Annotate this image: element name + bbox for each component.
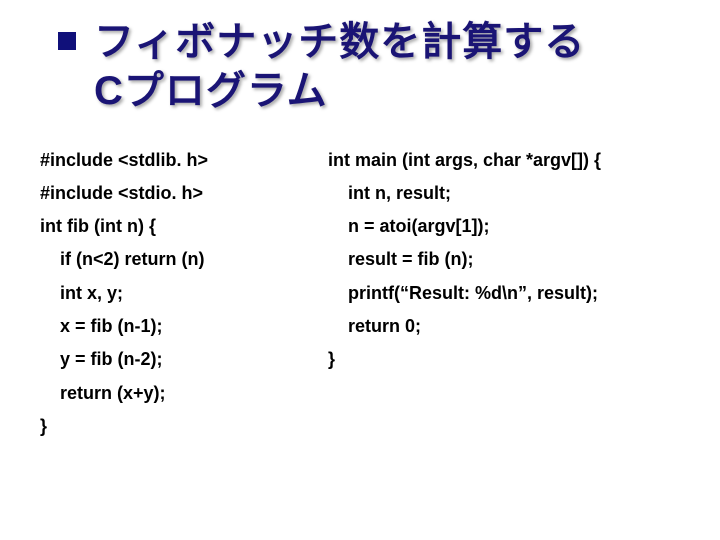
code-line: return (x+y); (40, 377, 300, 410)
code-line: } (328, 343, 658, 376)
title-line-1: フィボナッチ数を計算する (94, 18, 692, 67)
code-columns: #include <stdlib. h> #include <stdio. h>… (40, 144, 692, 444)
code-line: int main (int args, char *argv[]) { (328, 144, 658, 177)
code-line: n = atoi(argv[1]); (328, 210, 658, 243)
code-line: int x, y; (40, 277, 300, 310)
code-line: return 0; (328, 310, 658, 343)
title-line-2: Cプログラム (94, 67, 692, 116)
code-line: int n, result; (328, 177, 658, 210)
code-line: #include <stdio. h> (40, 177, 300, 210)
code-line: int fib (int n) { (40, 210, 300, 243)
title-bullet (58, 32, 76, 50)
code-line: y = fib (n-2); (40, 343, 300, 376)
slide-title: フィボナッチ数を計算する Cプログラム (68, 18, 692, 116)
code-line: printf(“Result: %d\n”, result); (328, 277, 658, 310)
code-line: #include <stdlib. h> (40, 144, 300, 177)
code-line: if (n<2) return (n) (40, 243, 300, 276)
code-line: x = fib (n-1); (40, 310, 300, 343)
code-line: } (40, 410, 300, 443)
code-column-left: #include <stdlib. h> #include <stdio. h>… (40, 144, 300, 444)
code-column-right: int main (int args, char *argv[]) { int … (328, 144, 658, 444)
code-line: result = fib (n); (328, 243, 658, 276)
